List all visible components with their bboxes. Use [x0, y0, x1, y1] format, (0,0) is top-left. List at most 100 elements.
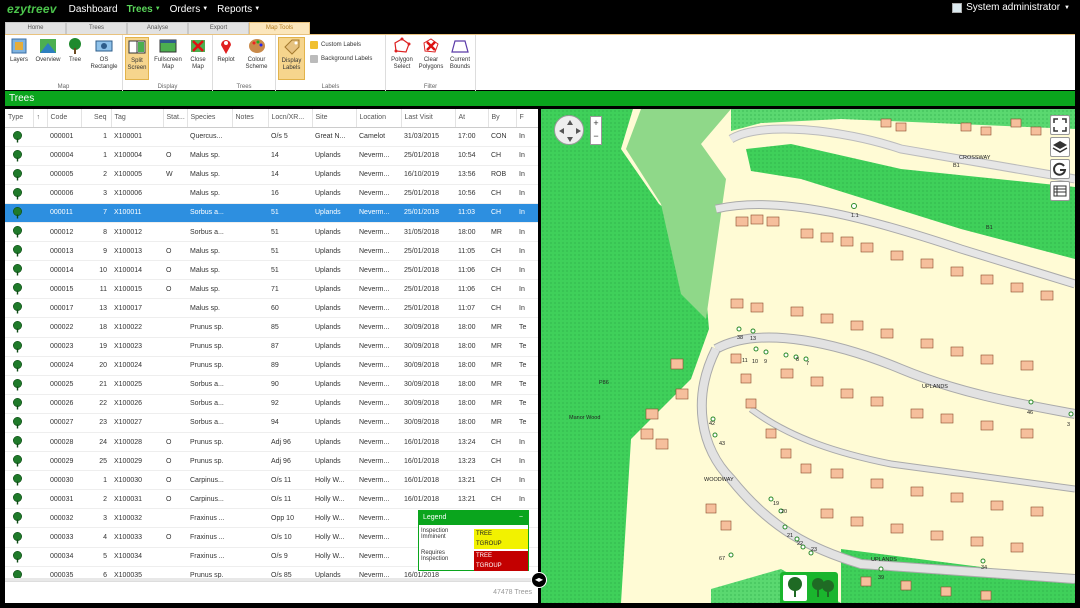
table-row[interactable]: 000022 18 X100022 Prunus sp. 85 Uplands Neverm… [5, 317, 538, 338]
legend-swatch-tree: TREE [474, 551, 528, 561]
cell-status [163, 394, 187, 414]
col-site[interactable]: Site [312, 109, 357, 128]
split-screen-button[interactable]: Split Screen [125, 37, 149, 80]
google-button[interactable] [1050, 159, 1070, 179]
legend-swatch-tgroup: TGROUP [474, 561, 528, 571]
table-row[interactable]: 000028 24 X100028 O Prunus sp. Adj 96 Uplands N… [5, 432, 538, 453]
tree-number-label: 39 [878, 575, 884, 581]
polygon-select-button[interactable]: Polygon Select [388, 37, 416, 71]
list-button[interactable] [1050, 181, 1070, 201]
table-row[interactable]: 000024 20 X100024 Prunus sp. 89 Uplands Neverm… [5, 356, 538, 376]
table-row[interactable]: 000012 8 X100012 Sorbus a... 51 Uplands Neverm… [5, 222, 538, 243]
fullscreen-map-button[interactable]: Fullscreen Map [152, 37, 184, 71]
table-row[interactable]: 000015 11 X100015 O Malus sp. 71 Uplands Neverm… [5, 279, 538, 300]
zoom-in-icon[interactable]: + [591, 117, 601, 130]
tab-map-tools[interactable]: Map Tools [249, 22, 310, 34]
table-row[interactable]: 000006 3 X100006 Malus sp. 16 Uplands Neverm..… [5, 184, 538, 204]
col-at[interactable]: At [455, 109, 489, 128]
table-row[interactable]: 000013 9 X100013 O Malus sp. 51 Uplands Neverm.… [5, 241, 538, 262]
tree-icon [13, 493, 22, 505]
col-species[interactable]: Species [187, 109, 233, 128]
cell-seq: 11 [81, 279, 111, 300]
tab-analyse[interactable]: Analyse [127, 22, 188, 34]
cell-seq: 9 [81, 241, 111, 262]
split-toggle-button[interactable]: ◂▸ [531, 572, 547, 588]
table-row[interactable]: 000027 23 X100027 Sorbus a... 94 Uplands Never… [5, 413, 538, 434]
table-row[interactable]: 000001 1 X100001 Quercus... O/s 5 Great N... C… [5, 127, 538, 147]
col-locn[interactable]: Locn/XR... [268, 109, 313, 128]
table-row[interactable]: 000004 1 X100004 O Malus sp. 14 Uplands Neverm.… [5, 146, 538, 166]
layers-map-button[interactable] [1050, 137, 1070, 157]
fullscreen-button[interactable] [1050, 115, 1070, 135]
nav-trees[interactable]: Trees ▼ [127, 4, 161, 15]
col-seq[interactable]: Seq [81, 109, 112, 128]
cell-notes [232, 527, 268, 548]
replot-button[interactable]: Replot [215, 37, 237, 64]
nav-orders[interactable]: Orders ▼ [170, 4, 209, 15]
cell-f: In [516, 432, 538, 453]
road-label: UPLANDS [922, 384, 948, 390]
col-f[interactable]: F [516, 109, 538, 128]
table-row[interactable]: 000011 7 X100011 Sorbus a... 51 Uplands Neverm… [5, 203, 538, 223]
tab-trees[interactable]: Trees [66, 22, 127, 34]
app-logo[interactable]: ezytreev [7, 2, 57, 16]
current-bounds-button[interactable]: Current Bounds [446, 37, 474, 71]
col-last-visit[interactable]: Last Visit [401, 109, 456, 128]
map-view[interactable]: CROSSWAY 1.1 38 13 11 10 9 8 7 UPLANDS 4… [541, 109, 1075, 603]
close-map-button[interactable]: Close Map [187, 37, 209, 71]
cell-species: Sorbus a... [187, 375, 232, 395]
cell-notes [232, 394, 268, 414]
clear-polygons-button[interactable]: Clear Polygons [417, 37, 445, 71]
tree-icon [13, 397, 22, 410]
table-row[interactable]: 000026 22 X100026 Sorbus a... 92 Uplands Never… [5, 394, 538, 414]
display-labels-button[interactable]: Display Labels [278, 37, 305, 80]
table-row[interactable]: 000023 19 X100023 Prunus sp. 87 Uplands Neverm… [5, 337, 538, 357]
table-row[interactable]: 000014 10 X100014 O Malus sp. 51 Uplands Neverm… [5, 260, 538, 281]
os-rectangle-button[interactable]: OS Rectangle [88, 37, 120, 71]
custom-labels-button[interactable]: Custom Labels [310, 41, 361, 49]
table-row[interactable]: 000030 1 X100030 O Carpinus... O/s 11 Holly W.… [5, 470, 538, 491]
zoom-out-icon[interactable]: − [591, 130, 601, 143]
overview-button[interactable]: Overview [34, 37, 62, 64]
cell-site: Holly W... [312, 547, 356, 567]
col-tag[interactable]: Tag [111, 109, 164, 128]
cell-last-visit: 25/01/2018 [401, 260, 455, 281]
collapse-icon[interactable]: − [519, 511, 523, 525]
top-nav: ezytreev Dashboard Trees ▼ Orders ▼ Report… [0, 0, 1080, 18]
table-row[interactable]: 000025 21 X100025 Sorbus a... 90 Uplands Never… [5, 375, 538, 395]
table-row[interactable]: 000005 2 X100005 W Malus sp. 14 Uplands Neverm.… [5, 165, 538, 185]
legend-swatch-tree: TREE [474, 529, 528, 539]
tree-button[interactable]: Tree [65, 37, 85, 64]
cell-code: 000017 [47, 298, 81, 319]
legend-label: Requires Inspection [421, 550, 449, 562]
cell-by: CH [488, 184, 516, 204]
cell-species: Fraxinus ... [187, 527, 232, 548]
cell-site: Uplands [312, 279, 356, 300]
nav-reports[interactable]: Reports ▼ [217, 4, 260, 15]
col-code[interactable]: Code [47, 109, 82, 128]
row-type-cell [5, 432, 33, 453]
cell-by: MR [488, 375, 516, 395]
col-location[interactable]: Location [356, 109, 402, 128]
tab-export[interactable]: Export [188, 22, 249, 34]
legend-header[interactable]: Legend − [419, 511, 528, 525]
col-status[interactable]: Stat... [163, 109, 188, 128]
table-row[interactable]: 000017 13 X100017 Malus sp. 60 Uplands Neverm.… [5, 298, 538, 319]
pan-control[interactable] [554, 115, 584, 145]
table-row[interactable]: 000029 25 X100029 O Prunus sp. Adj 96 Uplands N… [5, 451, 538, 472]
table-row[interactable]: 000031 2 X100031 O Carpinus... O/s 11 Holly W.… [5, 489, 538, 510]
cell-site: Uplands [312, 394, 356, 414]
col-sort-indicator[interactable]: ↑ [33, 109, 48, 128]
tab-home[interactable]: Home [5, 22, 66, 34]
col-type[interactable]: Type [5, 109, 34, 128]
nav-dashboard[interactable]: Dashboard [69, 4, 118, 15]
cell-f: Te [516, 375, 538, 395]
colour-scheme-button[interactable]: Colour Scheme [240, 37, 273, 71]
zoom-control[interactable]: + − [590, 116, 602, 145]
layers-button[interactable]: Layers [8, 37, 30, 64]
user-menu[interactable]: System administrator ▼ [952, 2, 1070, 13]
tree-number-label: 3 [1067, 422, 1070, 428]
col-by[interactable]: By [488, 109, 517, 128]
col-notes[interactable]: Notes [232, 109, 269, 128]
background-labels-button[interactable]: Background Labels [310, 55, 372, 63]
